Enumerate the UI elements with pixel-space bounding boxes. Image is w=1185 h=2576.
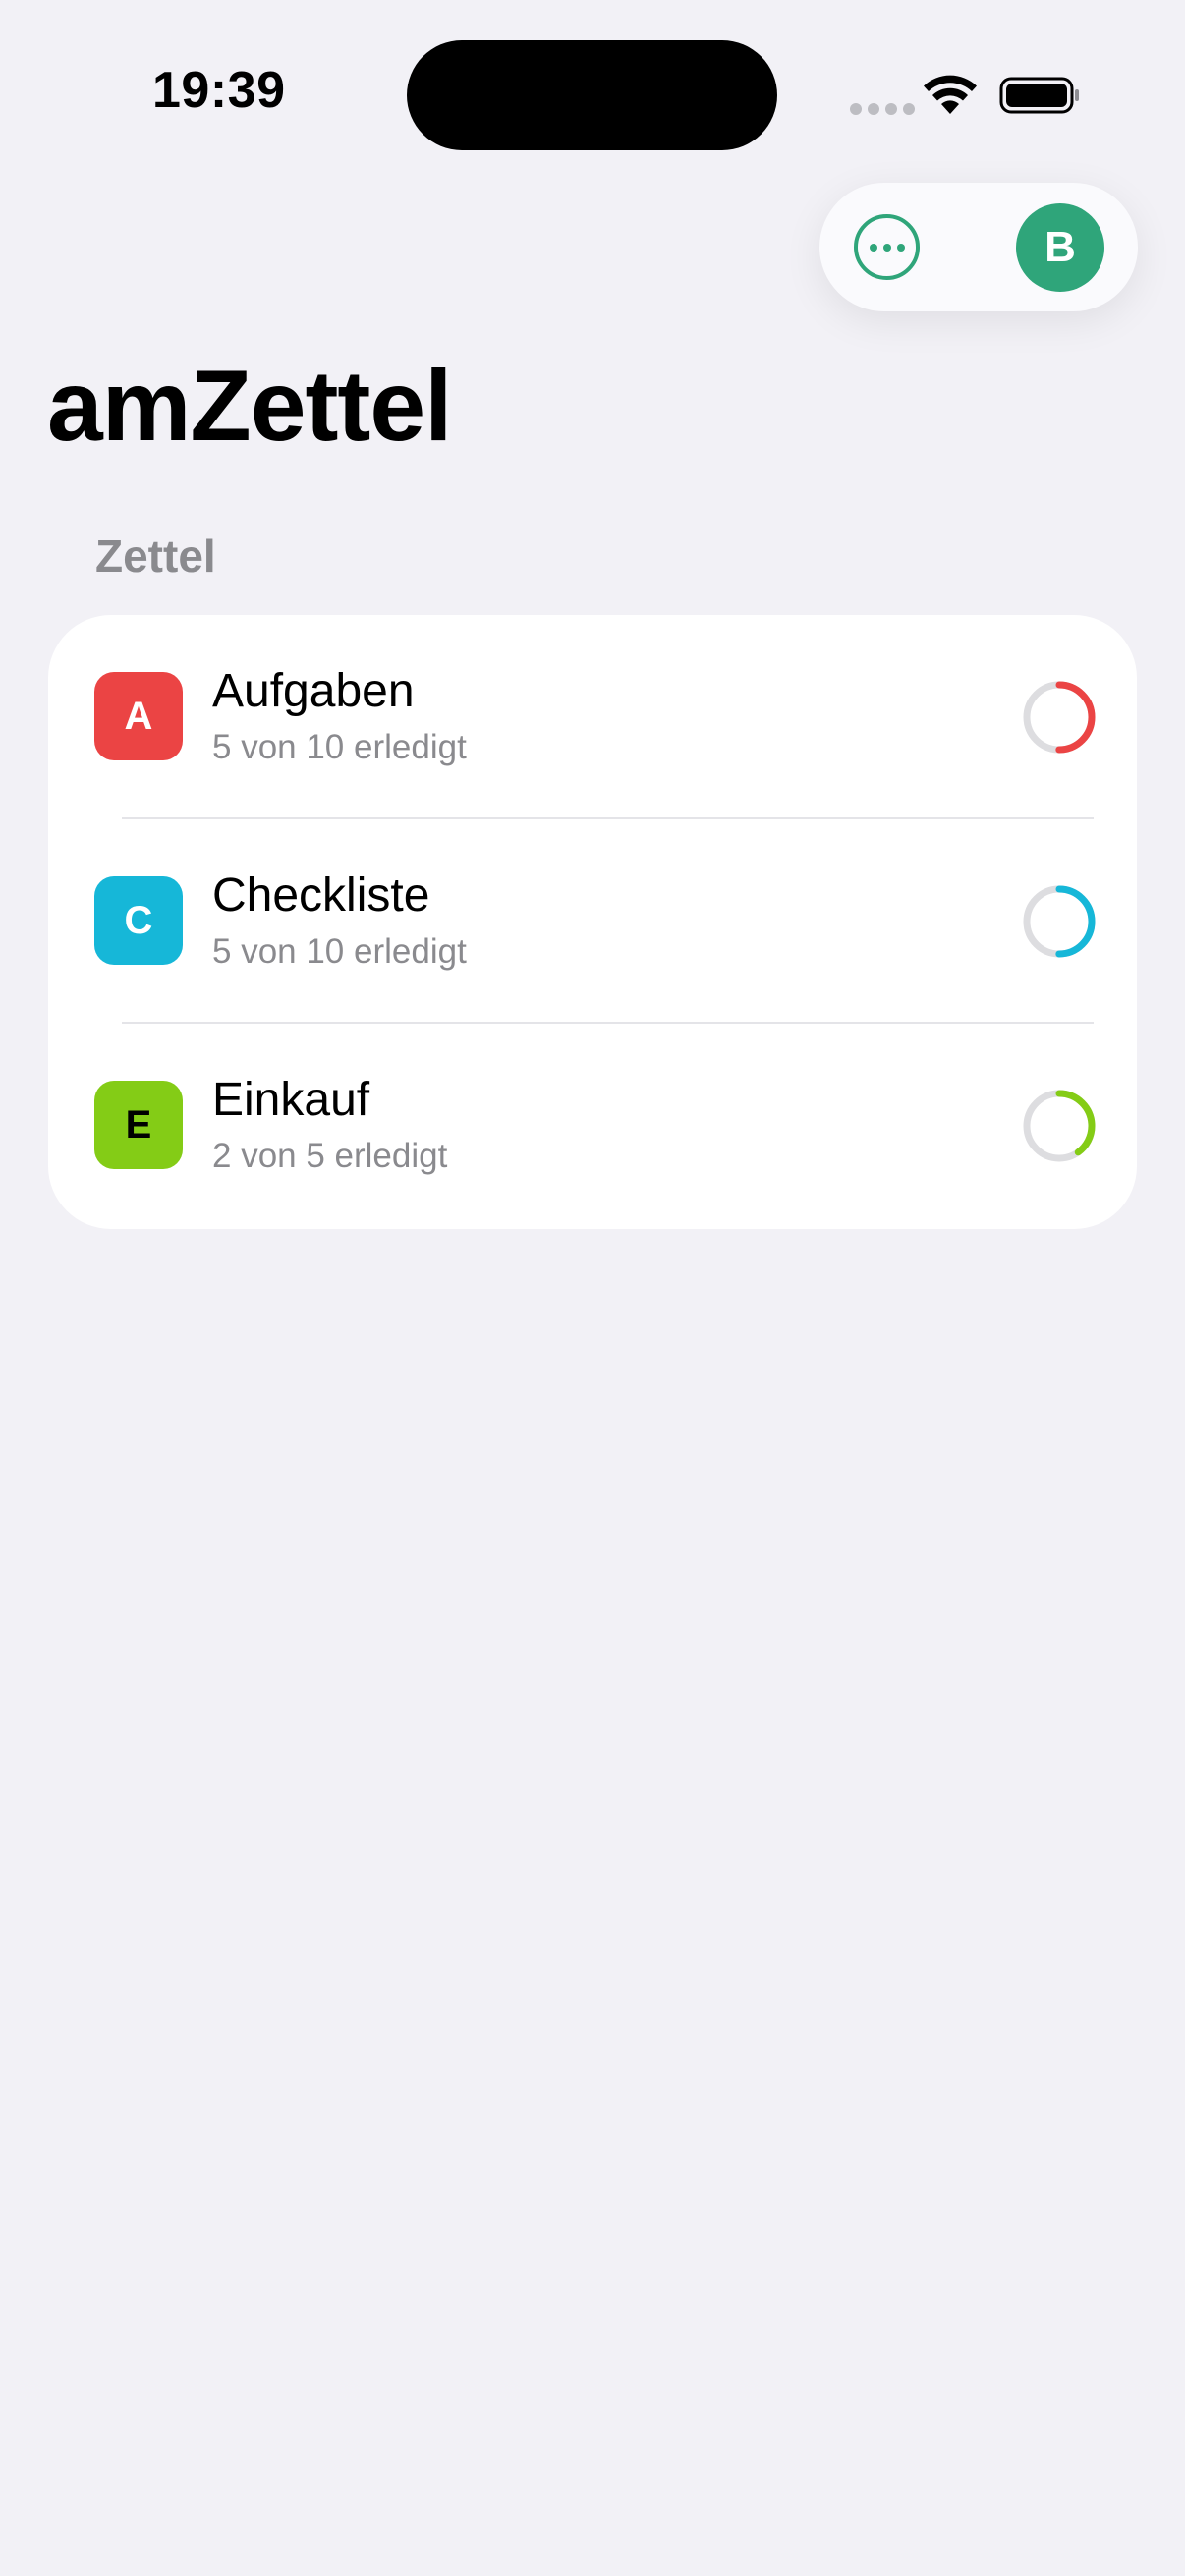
more-dot xyxy=(882,243,891,252)
section-header: Zettel xyxy=(95,531,216,582)
progress-ring xyxy=(1023,885,1096,958)
list-title: Aufgaben xyxy=(212,665,415,717)
progress-ring xyxy=(1023,681,1096,754)
avatar[interactable]: B xyxy=(1016,203,1104,292)
more-dot xyxy=(896,243,905,252)
battery-icon xyxy=(999,77,1079,114)
wifi-icon xyxy=(924,75,977,114)
list-row-checkliste[interactable]: C Checkliste 5 von 10 erledigt xyxy=(48,819,1137,1024)
page-title: amZettel xyxy=(47,350,452,462)
list-progress-text: 2 von 5 erledigt xyxy=(212,1137,448,1175)
list-progress-text: 5 von 10 erledigt xyxy=(212,728,467,766)
list-progress-text: 5 von 10 erledigt xyxy=(212,932,467,971)
list-badge: A xyxy=(94,672,183,760)
list-row-einkauf[interactable]: E Einkauf 2 von 5 erledigt xyxy=(48,1024,1137,1228)
progress-ring xyxy=(1023,1090,1096,1162)
more-dot xyxy=(869,243,877,252)
cellular-signal-icon xyxy=(850,103,915,115)
status-time: 19:39 xyxy=(152,62,286,119)
list-badge: C xyxy=(94,876,183,965)
list-badge: E xyxy=(94,1081,183,1169)
list-title: Checkliste xyxy=(212,869,430,922)
more-button[interactable] xyxy=(854,214,920,280)
toolbar-pill: B xyxy=(819,183,1138,311)
list-card: A Aufgaben 5 von 10 erledigt C Checkliste 5 v… xyxy=(48,615,1137,1229)
list-title: Einkauf xyxy=(212,1074,370,1126)
dynamic-island xyxy=(407,40,777,150)
list-row-aufgaben[interactable]: A Aufgaben 5 von 10 erledigt xyxy=(48,615,1137,819)
